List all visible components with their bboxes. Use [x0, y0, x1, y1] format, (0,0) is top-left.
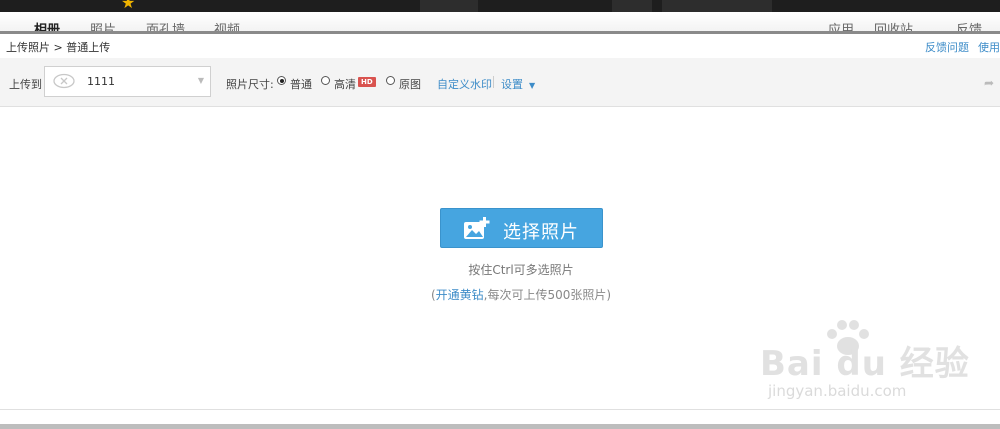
chevron-down-icon: ▼	[197, 76, 204, 85]
size-hd-radio[interactable]	[321, 76, 330, 85]
breadcrumb-current: 普通上传	[66, 41, 111, 54]
divider	[0, 409, 1000, 410]
baidu-watermark: Bai du 经验 jingyan.baidu.com	[760, 318, 990, 413]
header-block	[420, 0, 478, 12]
star-icon: ★	[121, 0, 136, 12]
multi-select-hint: 按住Ctrl可多选照片	[468, 263, 574, 277]
vip-link[interactable]: 开通黄钻	[436, 288, 484, 302]
photo-size-label: 照片尺寸:	[226, 78, 274, 91]
divider	[493, 76, 494, 88]
album-select[interactable]: 1111 ▼	[44, 66, 211, 97]
upload-toolbar: 上传到 1111 ▼ 照片尺寸: 普通 高清 HD 原图 自定义水印 设置 ▼ …	[0, 58, 1000, 107]
select-photos-label: 选择照片	[503, 222, 579, 243]
share-arrow-icon[interactable]: ➦	[984, 76, 994, 90]
add-photo-icon	[464, 217, 490, 239]
watermark-brand: Bai du 经验	[760, 344, 970, 384]
top-header-bar: ★	[0, 0, 1000, 12]
custom-watermark-link[interactable]: 自定义水印	[437, 76, 492, 92]
upload-to-label: 上传到	[9, 78, 42, 91]
settings-link[interactable]: 设置 ▼	[501, 76, 535, 92]
size-original-radio[interactable]	[386, 76, 395, 85]
settings-label: 设置	[501, 78, 523, 91]
breadcrumb-separator: >	[53, 41, 63, 54]
hd-badge: HD	[358, 77, 376, 87]
select-photos-button[interactable]: 选择照片	[440, 208, 603, 248]
watermark-url: jingyan.baidu.com	[768, 382, 907, 400]
caret-down-icon: ▼	[526, 81, 536, 90]
vip-suffix: ,每次可上传500张照片)	[483, 288, 612, 302]
help-link[interactable]: 使用	[978, 39, 1000, 55]
size-hd-label[interactable]: 高清	[334, 76, 356, 92]
size-normal-label[interactable]: 普通	[290, 76, 312, 92]
feedback-link[interactable]: 反馈问题	[925, 39, 969, 55]
header-block	[612, 0, 652, 12]
header-search[interactable]	[662, 0, 772, 12]
album-value: 1111	[87, 75, 115, 88]
private-eye-icon	[53, 73, 75, 89]
breadcrumb-bar: 上传照片 > 普通上传 反馈问题 使用	[0, 34, 1000, 59]
vip-hint: (开通黄钻,每次可上传500张照片)	[0, 286, 1000, 303]
size-normal-radio[interactable]	[277, 76, 286, 85]
bottom-bar	[0, 424, 1000, 429]
breadcrumb: 上传照片 > 普通上传	[6, 39, 110, 55]
size-original-label[interactable]: 原图	[399, 76, 421, 92]
breadcrumb-root[interactable]: 上传照片	[6, 41, 50, 54]
